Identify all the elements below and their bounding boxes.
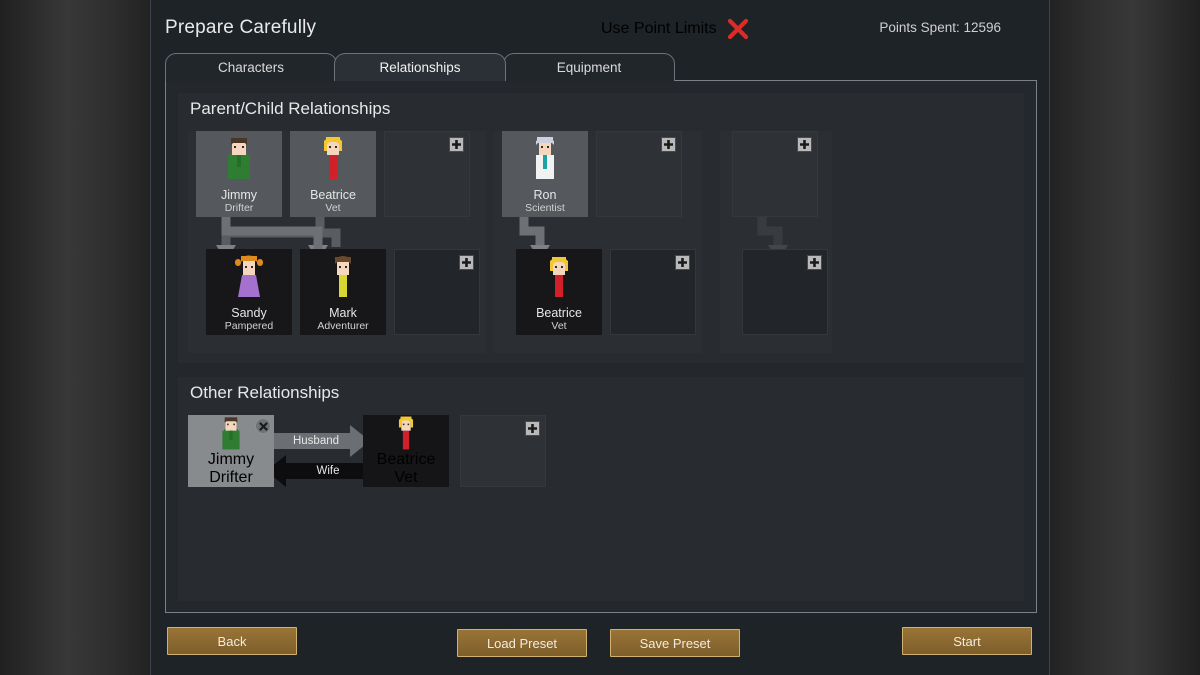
pawn-sprite-ron xyxy=(536,137,554,179)
pawn-sprite-mark xyxy=(335,256,351,297)
window-header: Prepare Carefully Use Point Limits Point… xyxy=(151,0,1049,52)
add-child-slot[interactable] xyxy=(394,249,480,335)
relationship-right-role: Vet xyxy=(394,469,418,486)
add-parent-slot[interactable] xyxy=(732,131,818,217)
other-relationships-section: Other Relationships Husband Wife Jimmy D… xyxy=(178,377,1024,601)
parent-child-group xyxy=(720,131,832,353)
tab-relationships[interactable]: Relationships xyxy=(334,53,506,81)
child-card-name: Mark xyxy=(329,306,357,320)
parent-child-section: Parent/Child Relationships Jimmy Drifter… xyxy=(178,93,1024,363)
add-child-slot[interactable] xyxy=(742,249,828,335)
parent-card[interactable]: Beatrice Vet xyxy=(290,131,376,217)
other-relationships-section-title: Other Relationships xyxy=(190,383,340,402)
plus-icon[interactable] xyxy=(525,421,540,436)
background-right-panel xyxy=(1050,0,1200,675)
parent-card-role: Vet xyxy=(325,202,341,214)
start-button[interactable]: Start xyxy=(902,627,1032,655)
save-preset-button[interactable]: Save Preset xyxy=(610,629,740,657)
child-card[interactable]: Beatrice Vet xyxy=(516,249,602,335)
parent-card-name: Ron xyxy=(533,188,557,202)
child-card-role: Adventurer xyxy=(317,320,369,332)
relationship-right-name: Beatrice xyxy=(376,451,436,468)
parent-card-role: Drifter xyxy=(224,202,254,214)
load-preset-button-label: Load Preset xyxy=(486,635,558,651)
pawn-sprite-beatrice xyxy=(398,416,414,450)
pawn-sprite-sandy xyxy=(235,255,263,297)
back-button[interactable]: Back xyxy=(167,627,297,655)
close-x-icon[interactable] xyxy=(255,418,271,434)
tab-bar: Characters Relationships Equipment xyxy=(165,53,1037,81)
pawn-sprite-beatrice xyxy=(550,257,568,297)
pawn-sprite-jimmy xyxy=(228,138,250,179)
add-parent-slot[interactable] xyxy=(384,131,470,217)
plus-icon[interactable] xyxy=(661,137,676,152)
background-left-panel xyxy=(0,0,150,675)
pawn-sprite-beatrice xyxy=(324,137,342,179)
load-preset-button[interactable]: Load Preset xyxy=(457,629,587,657)
child-card[interactable]: Mark Adventurer xyxy=(300,249,386,335)
points-spent-label: Points Spent: 12596 xyxy=(879,20,1001,35)
child-card[interactable]: Sandy Pampered xyxy=(206,249,292,335)
relationship-left-card[interactable]: Jimmy Drifter xyxy=(188,415,274,487)
tab-content-panel: Parent/Child Relationships Jimmy Drifter… xyxy=(165,80,1037,613)
parent-child-section-title: Parent/Child Relationships xyxy=(190,99,391,118)
parent-card[interactable]: Jimmy Drifter xyxy=(196,131,282,217)
tab-characters[interactable]: Characters xyxy=(165,53,337,81)
plus-icon[interactable] xyxy=(459,255,474,270)
tab-characters-label: Characters xyxy=(217,60,285,75)
child-card-name: Beatrice xyxy=(536,306,582,320)
relationship-reverse-label: Wife xyxy=(316,465,340,477)
relationship-right-card[interactable]: Beatrice Vet xyxy=(363,415,449,487)
tab-equipment[interactable]: Equipment xyxy=(503,53,675,81)
add-relationship-slot[interactable] xyxy=(460,415,546,487)
child-card-role: Vet xyxy=(551,320,567,332)
use-point-limits-label: Use Point Limits xyxy=(601,20,717,37)
add-parent-slot[interactable] xyxy=(596,131,682,217)
back-button-label: Back xyxy=(217,633,247,649)
red-x-icon[interactable] xyxy=(727,18,749,40)
prepare-carefully-window: Prepare Carefully Use Point Limits Point… xyxy=(150,0,1050,675)
page-title: Prepare Carefully xyxy=(165,17,317,38)
plus-icon[interactable] xyxy=(807,255,822,270)
relationship-left-name: Jimmy xyxy=(207,451,255,468)
tab-relationships-label: Relationships xyxy=(379,60,461,75)
plus-icon[interactable] xyxy=(449,137,464,152)
pawn-sprite-jimmy xyxy=(222,417,240,450)
plus-icon[interactable] xyxy=(797,137,812,152)
parent-child-group: Jimmy Drifter Beatrice Vet Sandy Pampere… xyxy=(188,131,486,353)
relationship-left-role: Drifter xyxy=(209,469,253,486)
use-point-limits-toggle[interactable]: Use Point Limits xyxy=(601,18,749,40)
parent-card-name: Beatrice xyxy=(310,188,356,202)
save-preset-button-label: Save Preset xyxy=(639,635,711,651)
add-child-slot[interactable] xyxy=(610,249,696,335)
child-card-name: Sandy xyxy=(231,306,267,320)
other-relationships-row: Husband Wife Jimmy Drifter Beatrice Vet xyxy=(188,415,1014,585)
parent-child-group: Ron Scientist Beatrice Vet xyxy=(494,131,702,353)
start-button-label: Start xyxy=(953,633,981,649)
parent-card[interactable]: Ron Scientist xyxy=(502,131,588,217)
relationship-forward-label: Husband xyxy=(292,435,340,447)
parent-card-name: Jimmy xyxy=(220,188,258,202)
child-card-role: Pampered xyxy=(224,320,274,332)
plus-icon[interactable] xyxy=(675,255,690,270)
parent-card-role: Scientist xyxy=(525,202,565,214)
tab-equipment-label: Equipment xyxy=(556,60,622,75)
